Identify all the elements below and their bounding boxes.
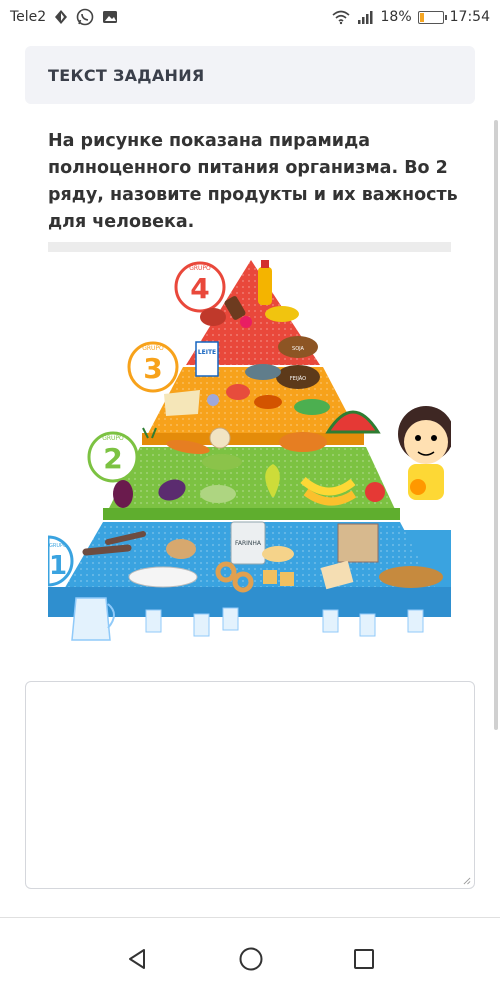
recents-square-icon[interactable] — [353, 948, 375, 970]
food-pyramid-image: 4 GRUPO 3 GRUPO 2 GRUPO 1 GRUPO LEITE SO… — [48, 242, 451, 648]
cartoon-child — [398, 406, 451, 500]
back-triangle-icon[interactable] — [125, 947, 149, 971]
milk-carton — [195, 341, 219, 377]
svg-text:GRUPO: GRUPO — [49, 543, 67, 549]
group-4-label: 4 — [190, 272, 209, 305]
answer-textarea[interactable] — [25, 681, 475, 889]
gallery-icon — [102, 10, 118, 24]
status-bar: Tele2 18% 17:54 — [0, 0, 500, 34]
wifi-icon — [331, 9, 351, 25]
svg-text:GRUPO: GRUPO — [142, 345, 164, 352]
svg-text:GRUPO: GRUPO — [189, 265, 211, 272]
cell-signal-icon — [357, 10, 375, 24]
home-circle-icon[interactable] — [238, 946, 264, 972]
signal-diamond-icon — [54, 9, 68, 25]
resize-grip-icon[interactable] — [463, 877, 471, 885]
battery-percent: 18% — [380, 9, 412, 25]
group-1-label: 1 — [49, 551, 67, 581]
whatsapp-icon — [76, 8, 94, 26]
svg-text:FEIJÃO: FEIJÃO — [290, 375, 306, 382]
task-header-card: ТЕКСТ ЗАДАНИЯ — [25, 46, 475, 104]
task-header-title: ТЕКСТ ЗАДАНИЯ — [48, 65, 205, 85]
page-scrollbar[interactable] — [494, 120, 498, 730]
group-3-label: 3 — [143, 352, 162, 385]
battery-icon — [417, 10, 447, 24]
group-3-badge: 3 GRUPO — [127, 341, 179, 393]
svg-text:FARINHA: FARINHA — [235, 540, 262, 547]
clock-time: 17:54 — [449, 9, 490, 25]
food-pyramid-illustration: 4 GRUPO 3 GRUPO 2 GRUPO 1 GRUPO LEITE SO… — [48, 242, 451, 641]
carrier-name: Tele2 — [10, 9, 47, 25]
group-2-label: 2 — [103, 442, 122, 475]
svg-text:GRUPO: GRUPO — [102, 435, 124, 442]
system-nav-bar — [0, 918, 500, 1000]
group-1-badge: 1 GRUPO — [48, 535, 74, 587]
svg-text:SOJA: SOJA — [292, 346, 304, 352]
task-text: На рисунке показана пирамида полноценног… — [48, 131, 458, 232]
group-2-badge: 2 GRUPO — [87, 431, 139, 483]
group-4-badge: 4 GRUPO — [174, 261, 226, 313]
svg-text:LEITE: LEITE — [198, 349, 216, 356]
